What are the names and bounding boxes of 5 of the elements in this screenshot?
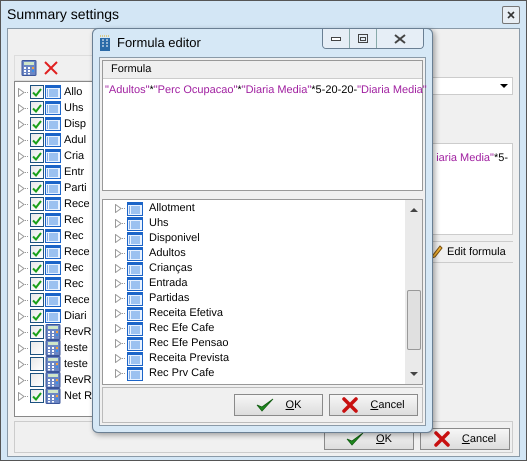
window-title: Summary settings [7, 5, 120, 24]
formula-header: Formula [103, 61, 422, 79]
formula-text: iaria Media"*5- [436, 151, 508, 166]
formula-text: "Adultos"*"Perc Ocupacao"*"Diaria Media"*5-20-20-"Diaria Media" [105, 84, 427, 96]
dialog-title: Formula editor [117, 34, 201, 52]
